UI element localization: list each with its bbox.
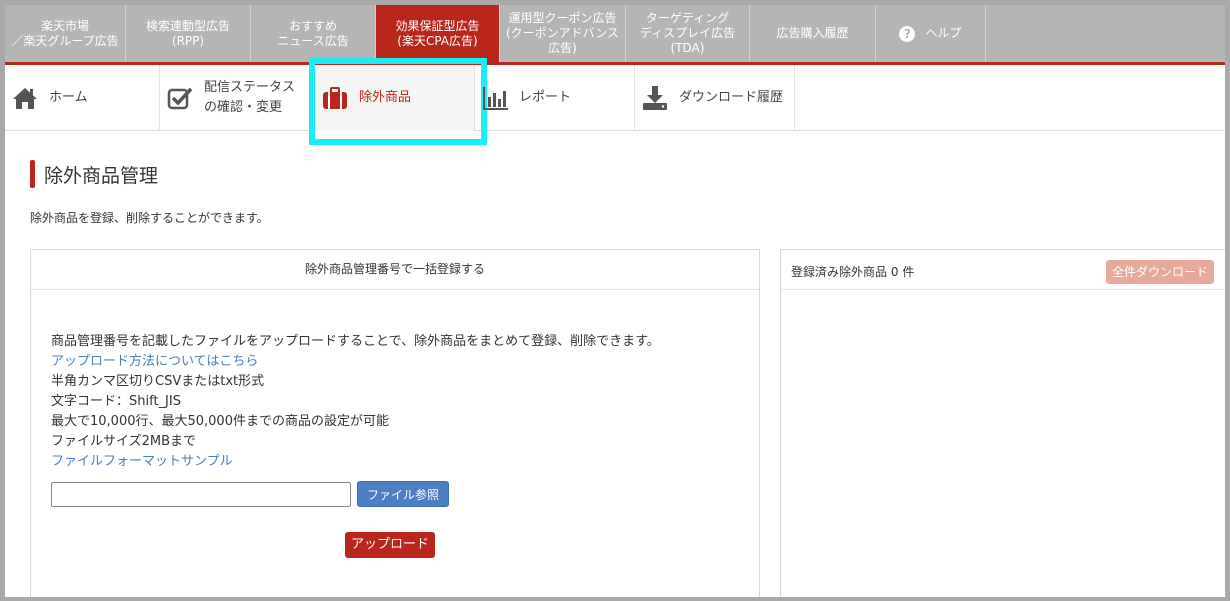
registered-panel-header: 登録済み除外商品 0 件 全件ダウンロード <box>781 250 1225 290</box>
tab-news-ads[interactable]: おすすめ ニュース広告 <box>251 5 376 62</box>
top-tabs: 楽天市場 ／楽天グループ広告 検索連動型広告 (RPP) おすすめ ニュース広告… <box>5 5 1225 65</box>
briefcase-icon <box>323 87 347 109</box>
nav-home[interactable]: ホーム <box>5 65 160 131</box>
how-to-link[interactable]: アップロード方法についてはこちら <box>51 352 660 372</box>
tab-rakuten-group-ads[interactable]: 楽天市場 ／楽天グループ広告 <box>5 5 126 62</box>
format-sample-link[interactable]: ファイルフォーマットサンプル <box>51 452 660 472</box>
file-size-text: ファイルサイズ2MBまで <box>51 434 197 449</box>
home-icon <box>13 88 37 109</box>
page-title: 除外商品管理 <box>30 160 158 188</box>
help-icon: ? <box>899 25 916 42</box>
limit-text: 最大で10,000行、最大50,000件までの商品の設定が可能 <box>51 414 389 429</box>
app-frame: 楽天市場 ／楽天グループ広告 検索連動型広告 (RPP) おすすめ ニュース広告… <box>5 5 1225 597</box>
bulk-panel-header: 除外商品管理番号で一括登録する <box>31 250 759 290</box>
checkbox-icon <box>167 87 193 110</box>
sub-nav: ホーム 配信ステータス の確認・変更 除外商品 レポート ダウンロード履歴 <box>5 58 1225 145</box>
tab-tda[interactable]: ターゲティング ディスプレイ広告 (TDA) <box>626 5 750 62</box>
encoding-text: 文字コード：Shift_JIS <box>51 394 181 409</box>
nav-download-history[interactable]: ダウンロード履歴 <box>635 65 795 131</box>
registered-products-panel: 登録済み除外商品 0 件 全件ダウンロード <box>780 249 1225 597</box>
tab-cpa-ads[interactable]: 効果保証型広告 (楽天CPA広告) <box>376 5 500 62</box>
bulk-panel-body: 商品管理番号を記載したファイルをアップロードすることで、除外商品をまとめて登録、… <box>51 332 660 472</box>
bulk-register-panel: 除外商品管理番号で一括登録する 商品管理番号を記載したファイルをアップロードする… <box>30 249 760 597</box>
tab-rpp[interactable]: 検索連動型広告 (RPP) <box>126 5 251 62</box>
page-description: 除外商品を登録、削除することができます。 <box>30 211 269 225</box>
tab-coupon-advance[interactable]: 運用型クーポン広告 (クーポンアドバンス 広告) <box>500 5 626 62</box>
download-all-button[interactable]: 全件ダウンロード <box>1105 260 1214 284</box>
browse-file-button[interactable]: ファイル参照 <box>357 481 450 507</box>
tab-help[interactable]: ? ヘルプ <box>876 5 986 62</box>
intro-text: 商品管理番号を記載したファイルをアップロードすることで、除外商品をまとめて登録、… <box>51 334 660 349</box>
nav-excluded-products[interactable]: 除外商品 <box>309 58 487 145</box>
tab-purchase-history[interactable]: 広告購入履歴 <box>750 5 876 62</box>
file-path-input[interactable] <box>51 481 351 507</box>
upload-button[interactable]: アップロード <box>345 532 436 558</box>
nav-report[interactable]: レポート <box>475 65 635 131</box>
registered-count: 登録済み除外商品 0 件 <box>791 265 915 279</box>
file-row: ファイル参照 <box>51 481 450 507</box>
bar-chart-icon <box>483 87 508 110</box>
download-icon <box>643 86 667 110</box>
format-text: 半角カンマ区切りCSVまたはtxt形式 <box>51 374 265 389</box>
nav-delivery-status[interactable]: 配信ステータス の確認・変更 <box>160 65 315 131</box>
